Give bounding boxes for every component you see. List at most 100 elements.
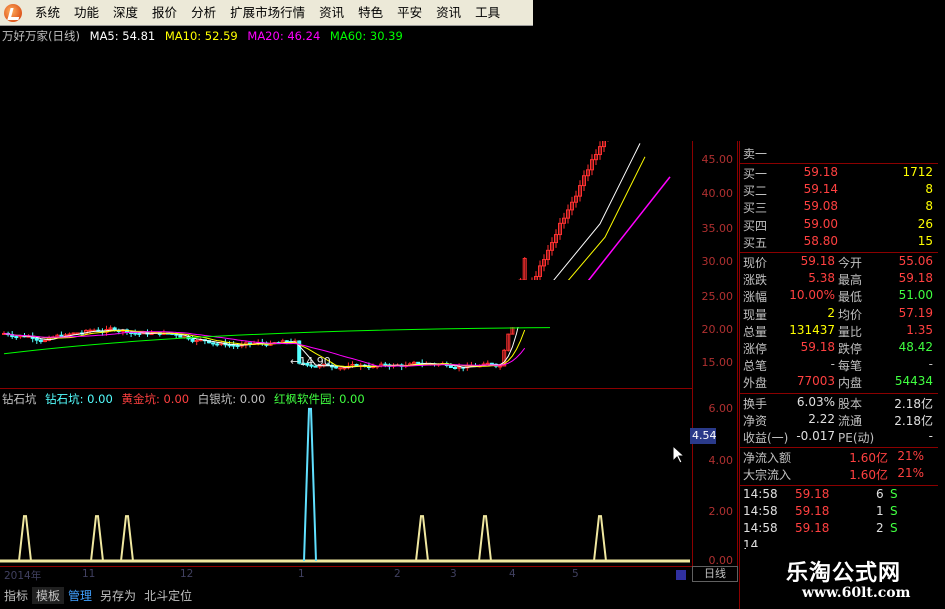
flow-value: 1.60亿 [849,468,888,483]
buy-row: 买一 59.18 1712 [740,165,938,182]
indicator-name: 钻石坑 [2,392,37,406]
sell1-row: 卖一 [740,145,938,162]
stat-label: 最高 [838,273,863,288]
ma60-value: MA60: 30.39 [329,29,403,43]
stat-value: - [830,357,835,372]
menu-tools[interactable]: 工具 [468,2,507,24]
stat-label: 总量 [743,324,768,339]
ind-tick-4: 4.00 [708,454,734,467]
candle-body [284,340,289,343]
flow-row: 大宗流入 1.60亿 21% [740,466,938,483]
stat-value: 131437 [789,322,835,337]
x-label-3: 3 [450,568,457,580]
tick-time: 14:58 [743,503,778,518]
tab-indicator[interactable]: 指标 [0,587,32,604]
candle-body [235,344,240,347]
divider [740,163,938,164]
stat-value: 59.18 [800,340,835,354]
stat-row: 现价 59.18 今开 55.06 [740,254,938,271]
indicator-spike [478,515,492,562]
menu-depth[interactable]: 深度 [106,2,145,24]
candle-body [67,333,72,336]
tick-volume: 6 [876,486,884,501]
indicator-chart[interactable] [0,388,692,566]
silver-value: 白银坑: 0.00 [197,392,266,406]
candle-body [485,362,490,365]
flow-pct: 21% [897,466,924,481]
candle-body [14,336,19,339]
stat-label: 均价 [838,307,863,322]
menu-function[interactable]: 功能 [67,2,106,24]
buy-price: 59.14 [803,182,838,197]
x-label-11: 11 [82,568,96,580]
tab-save-as[interactable]: 另存为 [96,587,140,604]
candle-body [416,361,421,364]
x-label-12: 12 [180,568,194,580]
menu-special[interactable]: 特色 [351,2,390,24]
menu-extended-market[interactable]: 扩展市场行情 [223,2,312,24]
divider [740,447,938,449]
fund-label: 流通 [838,413,863,428]
tick-volume: 2 [876,521,884,535]
price-tick-45: 45.00 [701,153,734,166]
buy-volume: 8 [925,199,933,214]
buy-row: 买五 58.80 15 [740,234,938,251]
x-label-2: 2 [394,568,401,580]
tick-row: 14:58 59.18 1 S [740,504,938,521]
price-tick-35: 35.00 [701,222,734,235]
tick-price: 59.18 [795,486,830,501]
menu-system[interactable]: 系统 [28,2,67,24]
fund-value: 2.22 [808,411,835,426]
ma10-value: MA10: 52.59 [164,29,238,43]
stat-label: 总笔 [743,359,768,374]
period-button[interactable]: 日线 [692,566,738,582]
candle-body [498,365,503,368]
candle-body [88,329,93,332]
indicator-chart-svg [0,407,690,563]
menu-pingan[interactable]: 平安 [390,2,429,24]
candle-body [34,337,39,341]
fund-value: -0.017 [796,429,835,443]
menu-info-2[interactable]: 资讯 [429,2,468,24]
x-axis: 2014年 11 12 1 2 3 4 5 [0,566,692,582]
flow-label: 大宗流入 [743,468,792,483]
software-value: 红枫软件园: 0.00 [274,392,365,406]
gold-value: 黄金坑: 0.00 [121,392,190,406]
flow-row: 净流入额 1.60亿 21% [740,449,938,466]
ind-tick-2: 2.00 [708,505,734,518]
candle-body [489,362,494,365]
stat-label: 今开 [838,256,863,270]
fund-value: 6.03% [796,394,835,409]
tab-template[interactable]: 模板 [32,587,65,604]
candle-body [248,342,252,345]
indicator-legend: 钻石坑 钻石坑: 0.00 黄金坑: 0.00 白银坑: 0.00 红枫软件园:… [2,391,370,407]
ma-legend: 万好万家(日线) MA5: 54.81 MA10: 52.59 MA20: 46… [2,28,409,44]
divider [740,252,938,253]
stat-label: 现量 [743,307,768,322]
stat-value: 59.18 [800,254,835,268]
menu-quote[interactable]: 报价 [145,2,184,24]
candle-body [457,366,462,369]
app-logo-icon[interactable] [4,3,22,22]
stat-value: 1.35 [906,322,933,337]
tick-price: 59.18 [795,521,830,535]
x-label-2014: 2014年 [4,570,42,582]
candle-body [133,332,138,335]
tab-beidou[interactable]: 北斗定位 [140,587,196,604]
tab-manage[interactable]: 管理 [64,587,96,604]
candle-body [227,344,232,347]
stat-label: 跌停 [838,342,863,356]
stat-value: 57.19 [898,305,933,320]
stat-value: 51.00 [898,288,933,303]
stat-value: 2 [827,305,835,320]
stat-label: 现价 [743,256,768,270]
candle-body [453,367,457,370]
indicator-spike [18,515,32,562]
candle-body [38,339,43,343]
menu-analysis[interactable]: 分析 [184,2,223,24]
tick-row: 14:58 59.18 2 S [740,521,938,538]
menu-info-1[interactable]: 资讯 [312,2,351,24]
mouse-pointer-icon [672,445,686,464]
tick-time: 14:58 [743,486,778,501]
x-scroll-marker[interactable] [676,570,686,580]
